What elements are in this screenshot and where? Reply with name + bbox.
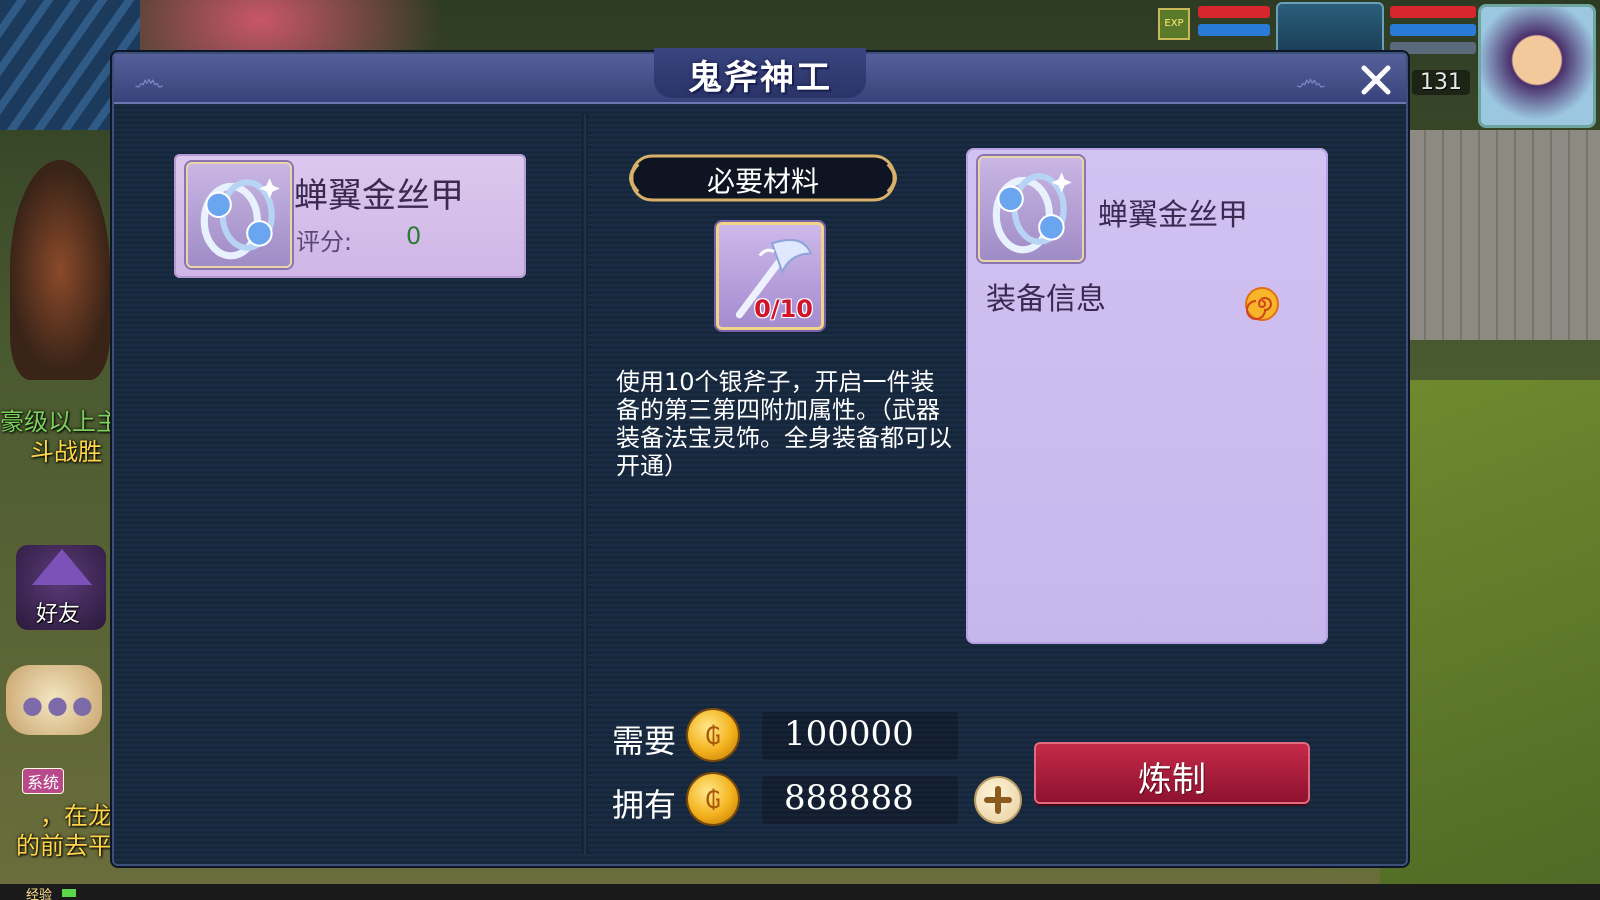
required-value: 100000	[784, 714, 914, 754]
material-count: 0/10	[754, 295, 813, 323]
score-value: 0	[406, 222, 422, 250]
player-level: 131	[1412, 70, 1470, 95]
rooftop-right	[1390, 130, 1600, 340]
materials-title: 必要材料	[706, 165, 819, 198]
equipment-name: 蝉翼金丝甲	[294, 176, 464, 216]
selected-equipment-card[interactable]: 蝉翼金丝甲 评分: 0	[174, 154, 526, 278]
materials-banner: 必要材料	[618, 150, 908, 206]
cloud-ornament-icon: ෴	[1295, 60, 1326, 98]
plus-icon	[984, 786, 1012, 814]
player-avatar[interactable]	[1478, 4, 1596, 128]
witch-hat-icon	[32, 549, 92, 585]
chat-button[interactable]: ●●●	[6, 665, 102, 735]
svg-text:₲: ₲	[705, 786, 720, 814]
cloud-ornament-icon: ෴	[134, 60, 165, 98]
player-mp-bar	[1198, 24, 1270, 36]
svg-text:₲: ₲	[705, 722, 720, 750]
player-hp-bar	[1198, 6, 1270, 18]
equipment-info-card: 蝉翼金丝甲 装备信息	[966, 148, 1328, 644]
refine-dialog: ෴ ෴ 鬼斧神工 蝉翼金丝甲 评分: 0 必要材料 0/10 使用10个银斧子，…	[112, 48, 1408, 866]
chat-bubble-icon: ●●●	[22, 691, 97, 719]
chat-text-line: 的前去平	[16, 832, 112, 860]
friends-label: 好友	[36, 602, 81, 627]
dialog-title: 鬼斧神工	[688, 58, 832, 98]
gold-coin-icon: ₲	[688, 710, 738, 760]
column-divider	[582, 114, 588, 854]
owned-value: 888888	[784, 778, 914, 818]
close-button[interactable]	[1356, 60, 1396, 100]
owned-cost-row: 拥有 ₲ 888888	[612, 772, 972, 826]
required-label: 需要	[612, 722, 677, 760]
material-slot[interactable]: 0/10	[716, 222, 824, 330]
close-icon	[1361, 65, 1391, 95]
exp-label: 经验	[26, 888, 53, 900]
equipment-info-label: 装备信息	[986, 282, 1106, 317]
required-cost-row: 需要 ₲ 100000	[612, 708, 972, 762]
exp-fill	[62, 889, 76, 897]
bracelet-icon	[978, 156, 1084, 262]
system-tag: 系统	[22, 768, 65, 794]
friends-button[interactable]: 好友	[16, 545, 106, 630]
score-label: 评分:	[296, 228, 353, 256]
bracelet-icon	[186, 162, 292, 268]
grass-area	[1380, 380, 1600, 900]
refine-button[interactable]: 炼制	[1034, 742, 1310, 804]
add-currency-button[interactable]	[974, 776, 1022, 824]
refine-button-label: 炼制	[1138, 760, 1206, 800]
materials-description: 使用10个银斧子，开启一件装备的第三第四附加属性。（武器装备法宝灵饰。全身装备都…	[616, 368, 952, 480]
pet-hp-bar	[1390, 6, 1476, 18]
experience-bar: 经验	[0, 884, 1600, 900]
chat-text-line: 斗战胜	[30, 438, 102, 466]
pet-mp-bar	[1390, 24, 1476, 36]
gold-coin-icon: ₲	[688, 774, 738, 824]
owned-label: 拥有	[612, 786, 677, 824]
title-plate: 鬼斧神工	[654, 48, 866, 98]
exp-badge[interactable]: EXP	[1158, 8, 1190, 40]
npc-character[interactable]	[10, 160, 110, 380]
info-item-name: 蝉翼金丝甲	[1098, 198, 1248, 233]
swirl-icon[interactable]	[1244, 286, 1280, 322]
